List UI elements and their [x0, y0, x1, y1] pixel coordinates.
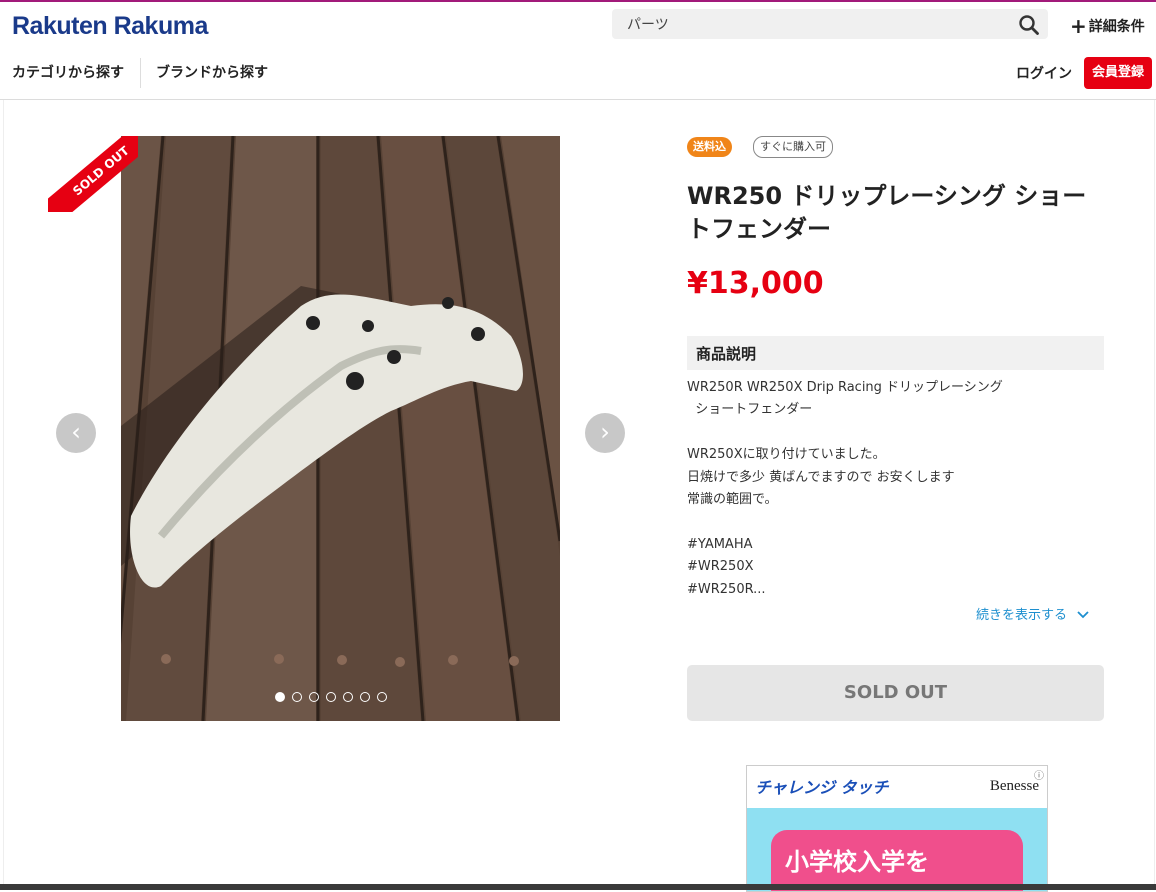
sold-out-ribbon-label: SOLD OUT	[48, 136, 138, 212]
nav-brand[interactable]: ブランドから探す	[156, 62, 268, 82]
search-icon[interactable]	[1018, 14, 1040, 36]
sold-out-button[interactable]: SOLD OUT	[687, 665, 1104, 721]
slide-dot-1[interactable]	[275, 692, 285, 702]
ad-header: チャレンジ タッチ Benesse ⓘ	[747, 766, 1047, 808]
buy-now-badge: すぐに購入可	[753, 136, 833, 158]
advanced-search-label: 詳細条件	[1088, 19, 1145, 35]
description-line: 常識の範囲で。	[687, 492, 778, 508]
product-title: WR250 ドリップレーシング ショートフェンダー	[687, 182, 1087, 243]
search-input[interactable]: パーツ	[612, 9, 1048, 39]
show-more-link[interactable]: 続きを表示する	[976, 604, 1089, 623]
top-accent-line	[0, 0, 1156, 2]
description-line: #WR250X	[687, 559, 754, 575]
description-line	[687, 511, 1097, 533]
description-line: #YAMAHA	[687, 536, 753, 552]
plus-icon: +	[1070, 14, 1087, 38]
sold-out-ribbon: SOLD OUT	[48, 136, 138, 212]
next-slide-button[interactable]: ›	[585, 413, 625, 453]
advertisement-banner[interactable]: チャレンジ タッチ Benesse ⓘ 小学校入学を	[746, 765, 1048, 892]
show-more-label: 続きを表示する	[976, 608, 1068, 623]
slide-dot-7[interactable]	[377, 692, 387, 702]
description-line: WR250Xに取り付けていました。	[687, 447, 886, 463]
description-text: WR250R WR250X Drip Racing ドリップレーシング ショート…	[687, 377, 1097, 601]
advanced-search-button[interactable]: + 詳細条件	[1070, 14, 1145, 38]
rakuma-logo[interactable]: Rakuten Rakuma	[12, 12, 208, 41]
chevron-right-icon: ›	[600, 418, 610, 446]
chevron-left-icon: ‹	[71, 418, 81, 446]
ad-headline: 小学校入学を	[785, 848, 929, 876]
slide-dot-2[interactable]	[292, 692, 302, 702]
description-line: #WR250R...	[687, 581, 766, 597]
description-heading: 商品説明	[687, 336, 1104, 370]
slide-dot-6[interactable]	[360, 692, 370, 702]
description-heading-label: 商品説明	[696, 345, 757, 363]
nav-category[interactable]: カテゴリから探す	[12, 62, 124, 82]
shipping-included-badge: 送料込	[687, 137, 732, 157]
ad-brand-logo: チャレンジ タッチ	[755, 778, 889, 797]
ad-visual: 小学校入学を	[747, 808, 1047, 891]
slide-dot-3[interactable]	[309, 692, 319, 702]
description-line	[687, 422, 1097, 444]
product-photo[interactable]	[121, 136, 560, 721]
slide-dot-4[interactable]	[326, 692, 336, 702]
description-line: 日焼けで多少 黄ばんでますので お安くします	[687, 469, 955, 485]
search-value[interactable]: パーツ	[627, 14, 669, 34]
description-line: WR250R WR250X Drip Racing ドリップレーシング	[687, 380, 1003, 395]
product-price: ¥13,000	[687, 266, 824, 301]
slide-dot-5[interactable]	[343, 692, 353, 702]
login-link[interactable]: ログイン	[1016, 63, 1072, 83]
ad-advertiser-logo: Benesse	[989, 778, 1039, 794]
description-line: ショートフェンダー	[687, 402, 813, 418]
signup-button[interactable]: 会員登録	[1084, 57, 1152, 89]
chevron-down-icon	[1077, 608, 1089, 623]
prev-slide-button[interactable]: ‹	[56, 413, 96, 453]
nav-divider	[140, 58, 141, 88]
ad-info-icon[interactable]: ⓘ	[1034, 767, 1044, 782]
slide-indicators	[275, 687, 394, 706]
bottom-edge	[0, 884, 1156, 890]
